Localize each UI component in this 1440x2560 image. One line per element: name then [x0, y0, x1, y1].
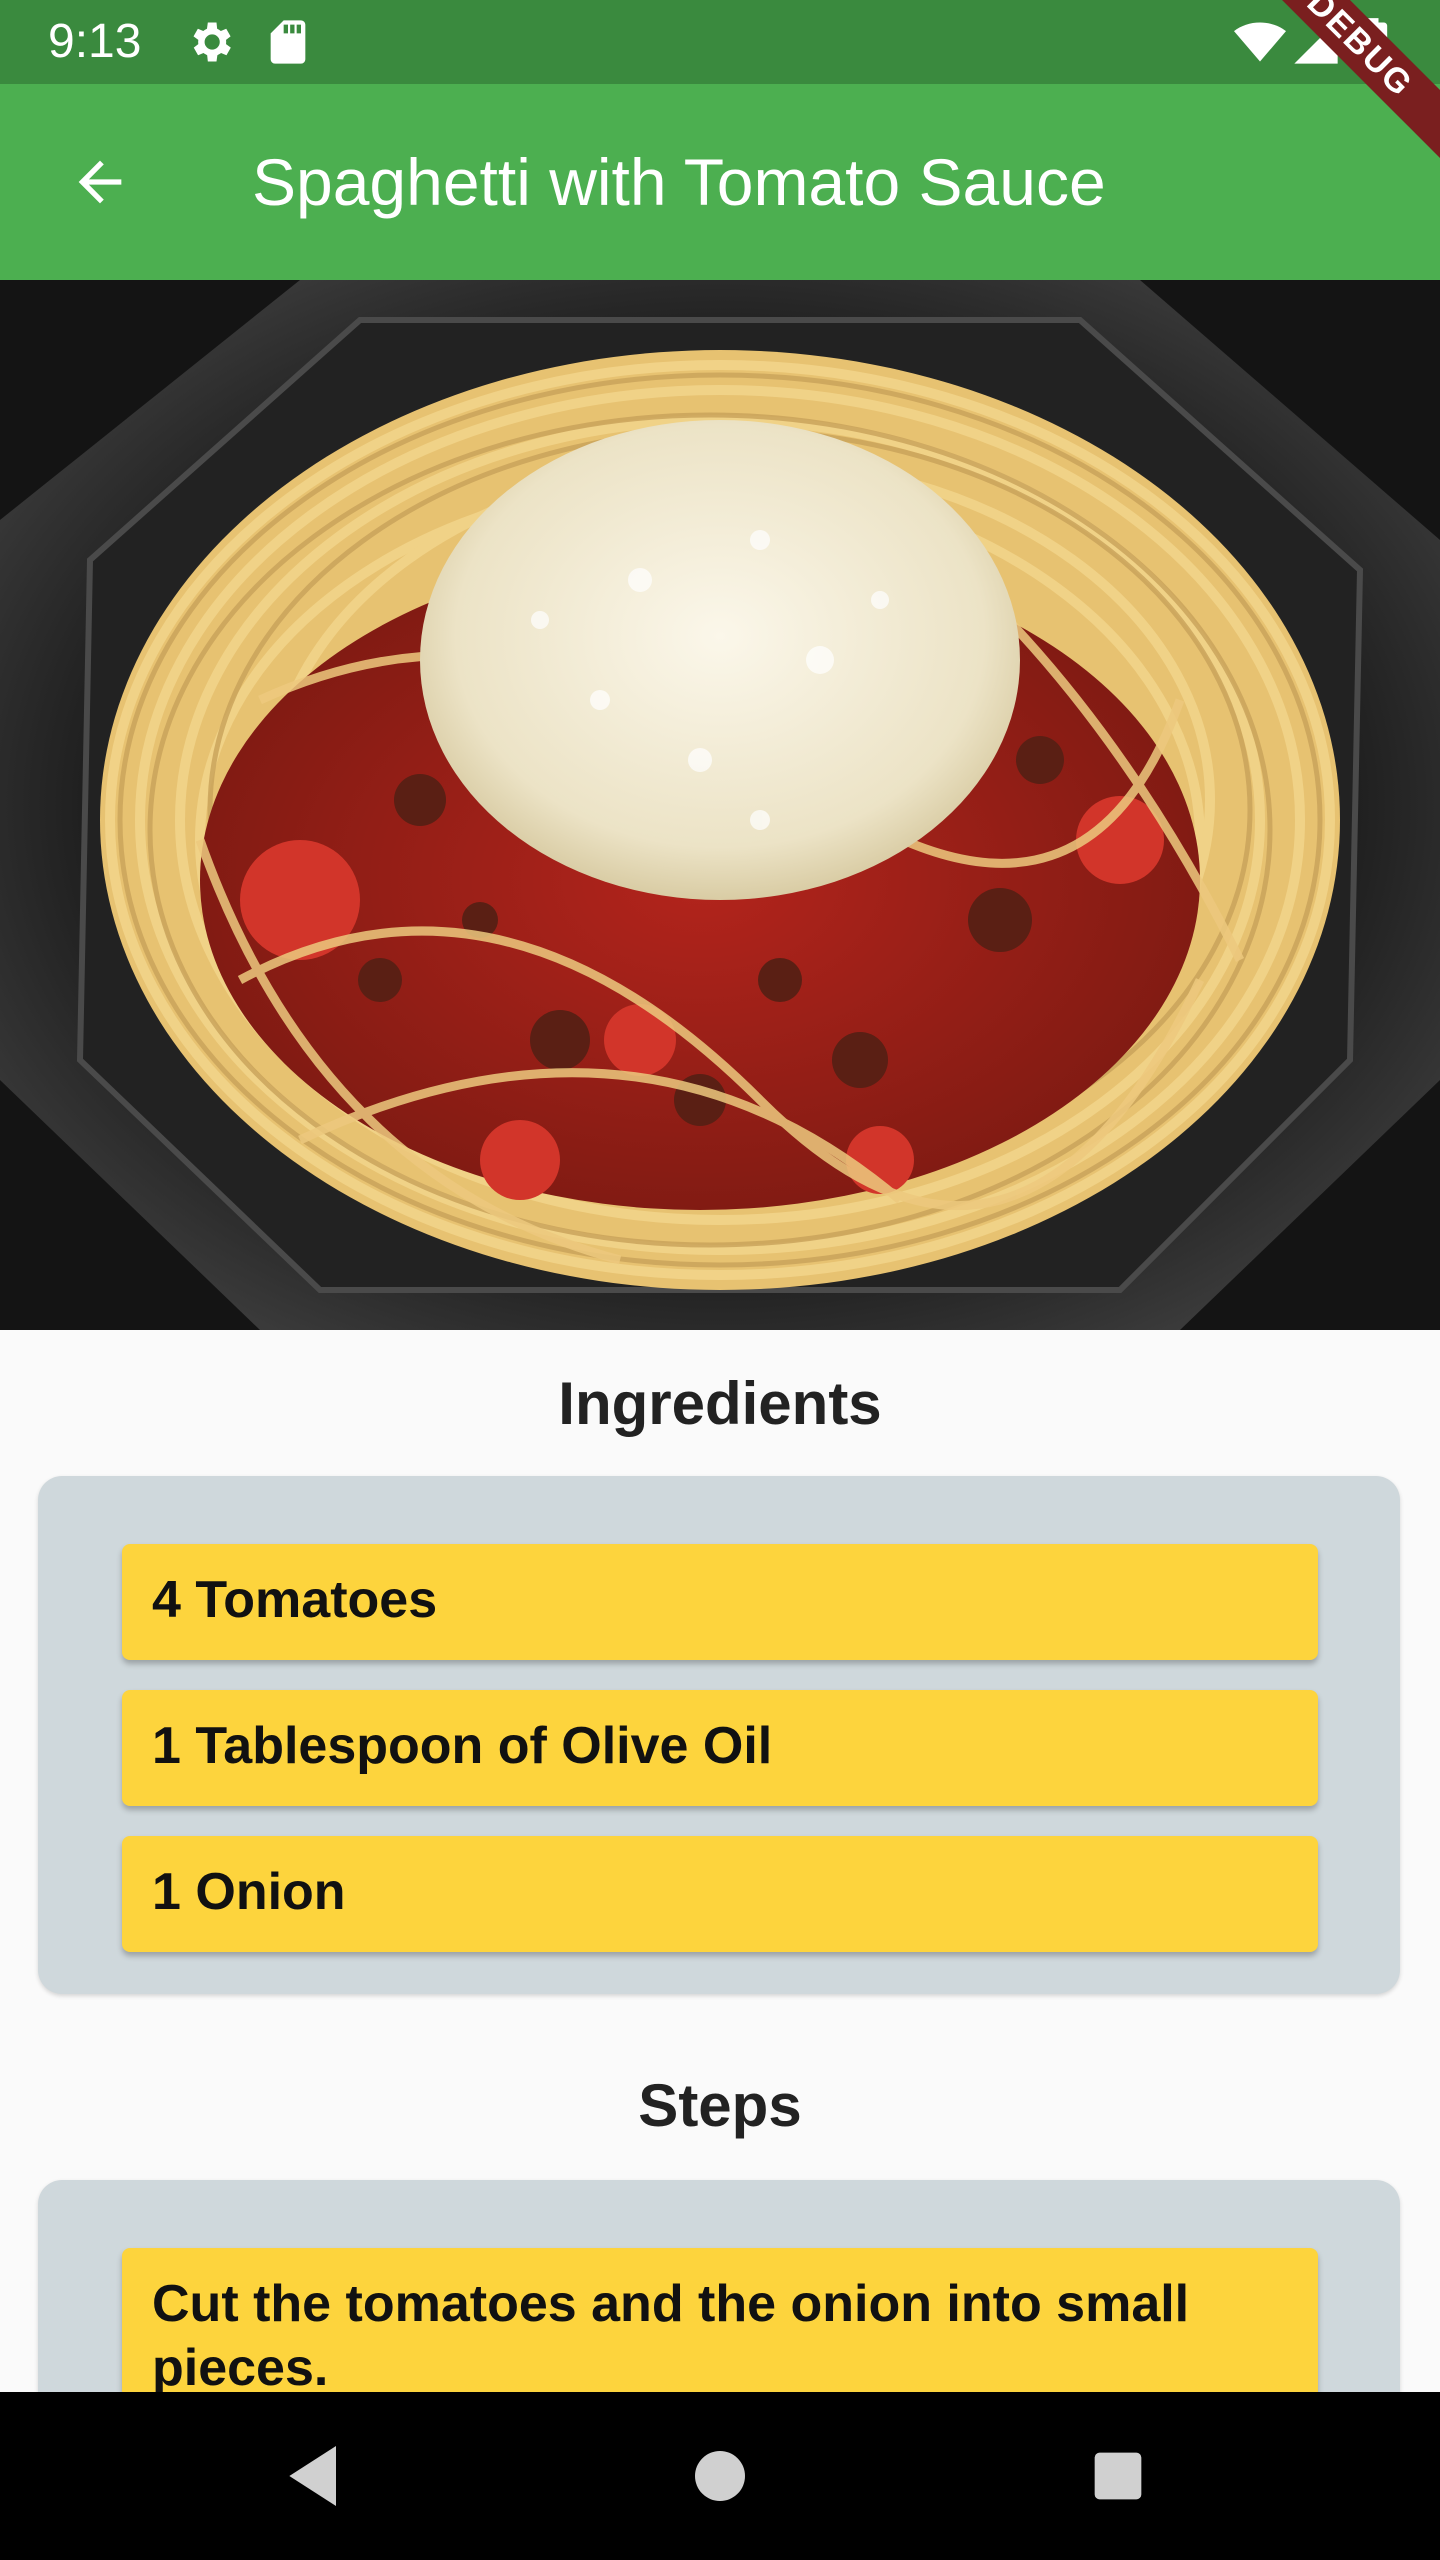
app-bar: Spaghetti with Tomato Sauce [0, 84, 1440, 280]
status-time: 9:13 [48, 15, 142, 68]
recipe-photo [0, 280, 1440, 1330]
steps-title: Steps [638, 2072, 802, 2139]
ingredient-item: 1 Onion [122, 1836, 1318, 1952]
recipe-screen: 9:13 Spaghetti with Tomato Sauce DEBUG I… [0, 0, 1440, 2560]
ingredients-panel: 4 Tomatoes 1 Tablespoon of Olive Oil 1 O… [38, 1476, 1400, 1994]
ingredient-item: 4 Tomatoes [122, 1544, 1318, 1660]
gear-icon [184, 16, 236, 68]
home-circle-icon[interactable] [680, 2436, 760, 2516]
step-label: Cut the tomatoes and the onion into smal… [152, 2275, 1190, 2397]
ingredients-title: Ingredients [558, 1370, 882, 1437]
wifi-icon [1232, 16, 1286, 68]
arrow-back-icon [78, 160, 122, 204]
ingredient-label: 4 Tomatoes [152, 1571, 438, 1629]
navigation-bar [0, 2392, 1440, 2560]
back-triangle-icon[interactable] [276, 2436, 356, 2516]
back-button[interactable] [56, 138, 144, 226]
recents-square-icon[interactable] [1078, 2436, 1158, 2516]
ingredient-label: 1 Tablespoon of Olive Oil [152, 1717, 773, 1775]
ingredient-item: 1 Tablespoon of Olive Oil [122, 1690, 1318, 1806]
status-bar: 9:13 [0, 0, 1440, 84]
sd-card-icon [262, 16, 314, 68]
ingredient-label: 1 Onion [152, 1863, 346, 1921]
page-title: Spaghetti with Tomato Sauce [252, 145, 1106, 219]
